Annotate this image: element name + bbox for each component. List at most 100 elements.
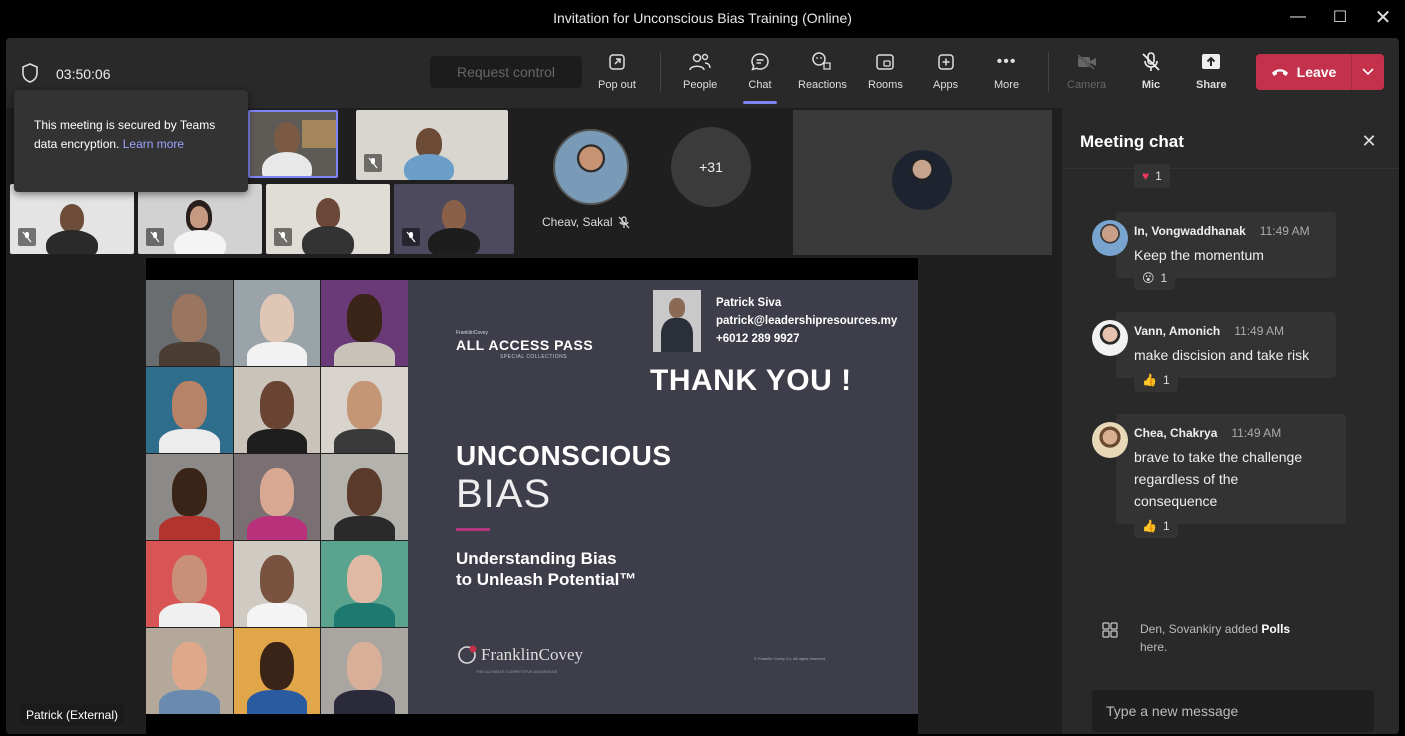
apps-grid-icon — [1102, 622, 1118, 638]
thank-you-heading: THANK YOU ! — [650, 364, 852, 397]
participant-video — [274, 122, 300, 154]
participant-video — [46, 230, 98, 254]
participant-avatar[interactable] — [553, 129, 629, 205]
reaction-count: 1 — [1155, 169, 1162, 183]
system-message-text: Den, Sovankiry added — [1140, 622, 1262, 636]
popout-label: Pop out — [598, 79, 636, 91]
avatar[interactable] — [1092, 320, 1128, 356]
reaction-badge[interactable]: 😮 1 — [1134, 266, 1176, 290]
apps-button[interactable]: Apps — [933, 50, 958, 100]
maximize-icon[interactable]: ☐ — [1325, 4, 1355, 30]
reaction-badge[interactable]: 👍 1 — [1134, 514, 1178, 538]
slide-subtitle-line: to Unleash Potential™ — [456, 570, 637, 589]
minimize-icon[interactable]: — — [1283, 4, 1313, 30]
thumbs-up-icon: 👍 — [1142, 373, 1157, 387]
participant-name-tag: Cheav, Sakal — [542, 215, 630, 229]
message-text: brave to take the challenge regardless o… — [1134, 446, 1328, 512]
message-text: Keep the momentum — [1134, 247, 1264, 263]
presenter-phone: +6012 289 9927 — [716, 333, 800, 345]
popout-icon — [605, 50, 629, 74]
speaker-tile[interactable] — [793, 110, 1052, 255]
reaction-count: 1 — [1162, 519, 1170, 533]
portrait-photo — [233, 541, 321, 627]
mic-muted-icon — [619, 215, 630, 228]
mic-label: Mic — [1141, 79, 1161, 91]
participant-video — [302, 120, 336, 148]
reactions-button[interactable]: Reactions — [798, 50, 847, 100]
chevron-down-icon — [1362, 68, 1374, 76]
avatar[interactable] — [1092, 422, 1128, 458]
brand-small-text: FranklinCovey — [456, 330, 488, 336]
portrait-photo — [233, 367, 321, 453]
chat-message[interactable]: Chea, Chakrya 11:49 AM brave to take the … — [1116, 414, 1346, 524]
chat-label: Chat — [748, 79, 772, 91]
reaction-badge[interactable]: 👍 1 — [1134, 368, 1178, 392]
polls-link[interactable]: Polls — [1261, 622, 1290, 636]
participant-video — [60, 204, 84, 232]
franklincovey-logo-text: FranklinCovey — [481, 645, 583, 664]
rooms-button[interactable]: Rooms — [868, 50, 903, 100]
meeting-timer: 03:50:06 — [56, 66, 111, 82]
portrait-photo — [146, 454, 233, 540]
message-text: make discision and take risk — [1134, 347, 1310, 363]
apps-icon — [934, 50, 958, 74]
message-time: 11:49 AM — [1231, 426, 1282, 440]
participant-tile[interactable] — [394, 184, 514, 254]
chat-compose-input[interactable]: Type a new message — [1092, 690, 1374, 732]
participant-tile[interactable] — [10, 184, 134, 254]
mic-muted-icon — [364, 154, 382, 172]
message-text-line: brave to take the challenge — [1134, 449, 1303, 465]
surprised-emoji-icon: 😮 — [1142, 271, 1155, 285]
portrait-photo — [233, 454, 321, 540]
hangup-icon — [1271, 69, 1288, 76]
participant-tile[interactable] — [248, 110, 338, 178]
participant-tile[interactable] — [138, 184, 262, 254]
shield-icon[interactable] — [20, 62, 40, 84]
mic-button[interactable]: Mic — [1139, 50, 1163, 100]
slide-subtitle: Understanding Bias to Unleash Potential™ — [456, 548, 636, 590]
slide-subtitle-line: Understanding Bias — [456, 549, 617, 568]
portrait-photo — [321, 454, 408, 540]
share-button[interactable]: Share — [1196, 50, 1227, 100]
camera-button[interactable]: Camera — [1067, 50, 1106, 100]
message-author: In, Vongwaddhanak — [1134, 224, 1246, 238]
thumbs-up-icon: 👍 — [1142, 519, 1157, 533]
overflow-participants-button[interactable]: +31 — [671, 127, 751, 207]
mic-muted-icon — [402, 228, 420, 246]
message-time: 11:49 AM — [1259, 224, 1310, 238]
chat-button[interactable]: Chat — [748, 50, 772, 100]
participant-tile[interactable] — [356, 110, 508, 180]
franklincovey-logo-icon — [458, 645, 477, 664]
participant-video — [174, 230, 226, 254]
portrait-photo — [146, 367, 233, 453]
avatar[interactable] — [1092, 220, 1128, 256]
learn-more-link[interactable]: Learn more — [123, 137, 184, 151]
popout-button[interactable]: Pop out — [598, 50, 636, 100]
slide-heading-unconscious: UNCONSCIOUS — [456, 440, 672, 471]
mic-muted-icon — [18, 228, 36, 246]
stage-letterbox — [146, 714, 918, 734]
message-text-line: regardless of the — [1134, 471, 1239, 487]
close-window-icon[interactable]: ✕ — [1368, 4, 1398, 30]
reaction-badge[interactable]: ♥ 1 — [1134, 164, 1170, 188]
leave-button[interactable]: Leave — [1256, 54, 1352, 90]
close-chat-icon[interactable]: ✕ — [1358, 130, 1380, 152]
presenter-photo — [653, 290, 701, 352]
system-message-text: here. — [1140, 640, 1168, 654]
message-author: Vann, Amonich — [1134, 324, 1221, 338]
presenter-email: patrick@leadershipresources.my — [716, 315, 898, 327]
message-time: 11:49 AM — [1234, 324, 1285, 338]
more-button[interactable]: ••• More — [994, 50, 1019, 100]
message-text-line: consequence — [1134, 493, 1218, 509]
portrait-photo — [146, 541, 233, 627]
reaction-count: 1 — [1160, 271, 1168, 285]
request-control-button[interactable]: Request control — [430, 56, 582, 88]
reactions-label: Reactions — [798, 79, 847, 91]
participant-tile[interactable] — [266, 184, 390, 254]
mic-off-icon — [1139, 50, 1163, 74]
people-button[interactable]: People — [683, 50, 717, 100]
leave-label: Leave — [1296, 64, 1337, 80]
participant-video — [190, 206, 208, 228]
heading-accent-line — [456, 528, 490, 531]
leave-options-button[interactable] — [1352, 54, 1384, 90]
